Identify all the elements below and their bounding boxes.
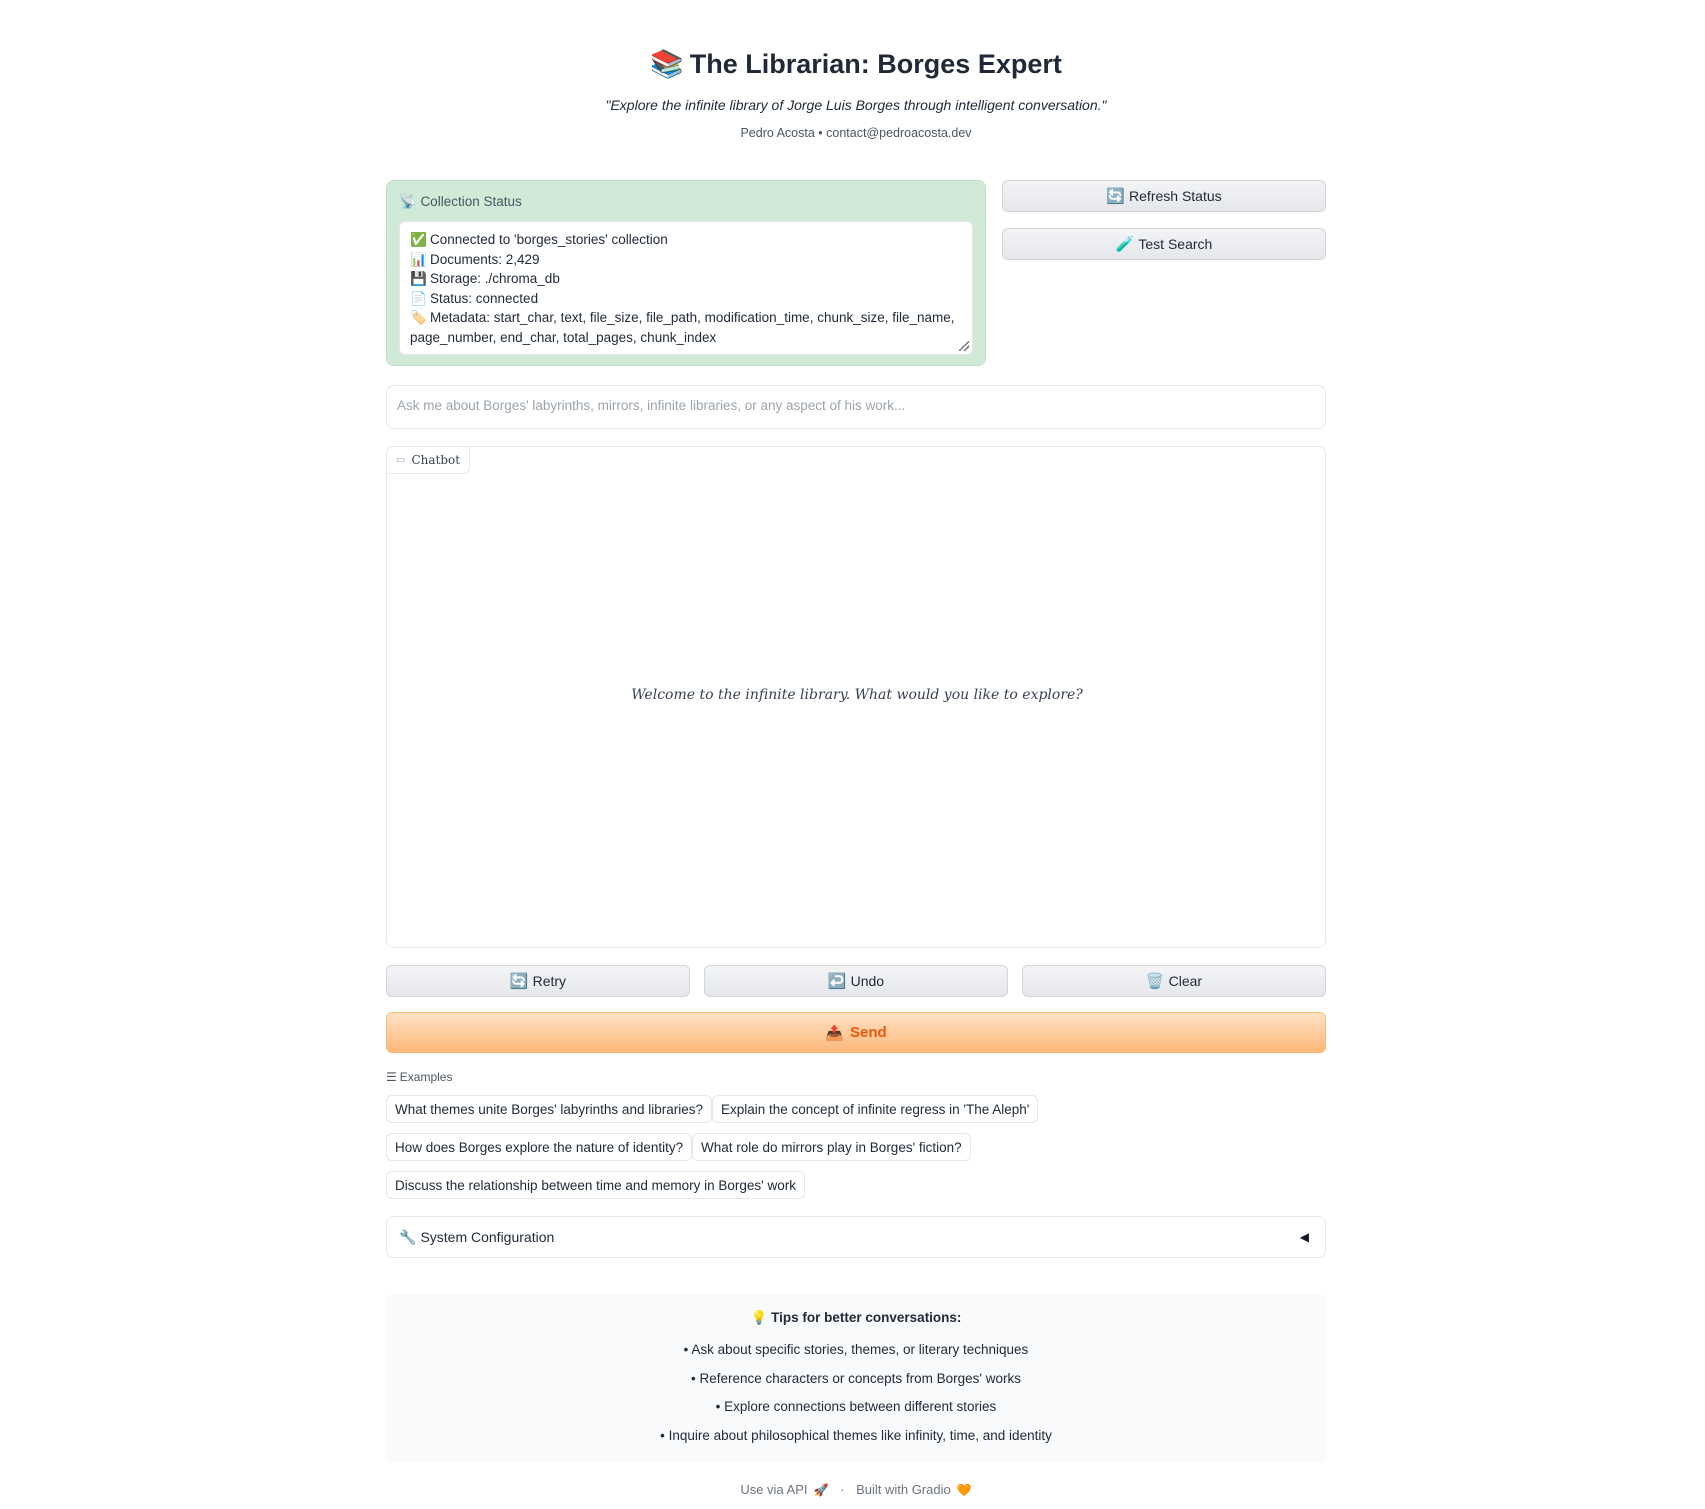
check-icon: ✅ xyxy=(410,232,427,247)
refresh-status-label: Refresh Status xyxy=(1129,188,1222,204)
tips-title-text: Tips for better conversations: xyxy=(771,1310,962,1325)
undo-label: Undo xyxy=(850,973,885,989)
send-label: Send xyxy=(850,1024,887,1041)
page-title-text: The Librarian: Borges Expert xyxy=(689,49,1062,79)
clear-button[interactable]: 🗑️ Clear xyxy=(1022,965,1326,997)
status-line-metadata: 🏷️ Metadata: start_char, text, file_size,… xyxy=(410,308,962,347)
books-icon: 📚 xyxy=(650,49,684,79)
chatbot-placeholder: Welcome to the infinite library. What wo… xyxy=(631,687,1083,703)
chart-icon: 📊 xyxy=(410,251,427,267)
built-with-gradio-label: Built with Gradio xyxy=(856,1482,951,1497)
trash-icon: 🗑️ xyxy=(1145,973,1165,990)
refresh-icon: 🔄 xyxy=(1106,188,1126,205)
tip-item: • Reference characters or concepts from … xyxy=(691,1371,1021,1386)
test-tube-icon: 🧪 xyxy=(1115,236,1135,253)
outbox-icon: 📤 xyxy=(825,1024,844,1042)
status-line-connected: ✅ Connected to 'borges_stories' collectio… xyxy=(410,230,962,250)
status-line-text: Status: connected xyxy=(430,290,539,306)
example-item[interactable]: Explain the concept of infinite regress … xyxy=(712,1095,1039,1123)
collection-status-panel: 📡 Collection Status ✅ Connected to 'borges… xyxy=(386,180,986,366)
rocket-icon: 🚀 xyxy=(813,1483,829,1497)
chatbot-panel: ▭ Chatbot Welcome to the infinite library… xyxy=(386,446,1326,948)
tag-icon: 🏷️ xyxy=(410,310,427,325)
refresh-icon: 🔄 xyxy=(509,973,529,990)
byline: Pedro Acosta • contact@pedroacosta.dev xyxy=(740,126,972,140)
chat-bubble-icon: ▭ xyxy=(396,454,406,466)
refresh-status-button[interactable]: 🔄 Refresh Status xyxy=(1002,180,1326,212)
footer: Use via API 🚀 · Built with Gradio 🧡 xyxy=(386,1482,1326,1497)
chatbot-label: ▭ Chatbot xyxy=(387,447,471,474)
examples-label: ☰ Examples xyxy=(386,1070,452,1084)
footer-separator: · xyxy=(840,1482,845,1497)
tip-item: • Ask about specific stories, themes, or… xyxy=(683,1342,1029,1357)
examples-label-text: Examples xyxy=(399,1070,453,1084)
tip-item: • Inquire about philosophical themes lik… xyxy=(660,1428,1052,1443)
retry-button[interactable]: 🔄 Retry xyxy=(386,965,690,997)
list-icon: ☰ xyxy=(386,1070,397,1084)
system-configuration-label: System Configuration xyxy=(420,1229,555,1245)
wrench-icon: 🔧 xyxy=(399,1228,417,1245)
tagline: "Explore the infinite library of Jorge L… xyxy=(605,97,1107,113)
example-item[interactable]: Discuss the relationship between time an… xyxy=(386,1171,806,1199)
tips-title: 💡 Tips for better conversations: xyxy=(386,1310,1326,1326)
status-line-text: Documents: 2,429 xyxy=(430,251,540,267)
floppy-disk-icon: 💾 xyxy=(410,271,427,286)
caret-left-icon: ◀ xyxy=(1299,1230,1309,1244)
collection-status-label: 📡 Collection Status xyxy=(399,193,522,210)
resize-handle[interactable] xyxy=(959,341,969,351)
retry-label: Retry xyxy=(532,973,567,989)
tip-item: • Explore connections between different … xyxy=(715,1399,997,1414)
status-line-documents: 📊 Documents: 2,429 xyxy=(410,250,962,270)
lightbulb-icon: 💡 xyxy=(750,1310,768,1325)
status-line-text: Storage: ./chroma_db xyxy=(430,271,560,286)
page-title: 📚 The Librarian: Borges Expert xyxy=(386,48,1326,80)
status-line-text: Metadata: start_char, text, file_size, f… xyxy=(410,310,955,345)
use-via-api-label: Use via API xyxy=(740,1482,808,1497)
example-item[interactable]: What themes unite Borges' labyrinths and… xyxy=(386,1095,712,1123)
gradio-logo-icon: 🧡 xyxy=(956,1483,972,1497)
tips-panel: 💡 Tips for better conversations: • Ask a… xyxy=(386,1294,1326,1462)
question-input[interactable]: Ask me about Borges' labyrinths, mirrors… xyxy=(386,385,1326,429)
document-icon: 📄 xyxy=(410,290,427,306)
collection-status-label-text: Collection Status xyxy=(420,194,522,209)
system-configuration-accordion[interactable]: 🔧 System Configuration ◀ xyxy=(386,1216,1326,1258)
status-line-text: Connected to 'borges_stories' collection xyxy=(430,232,668,247)
clear-label: Clear xyxy=(1168,973,1203,989)
test-search-label: Test Search xyxy=(1138,236,1213,252)
chatbot-label-text: Chatbot xyxy=(411,453,461,467)
built-with-gradio-link[interactable]: Built with Gradio 🧡 xyxy=(856,1482,972,1497)
use-via-api-link[interactable]: Use via API 🚀 xyxy=(740,1482,828,1497)
undo-button[interactable]: ↩️ Undo xyxy=(704,965,1008,997)
collection-status-textbox[interactable]: ✅ Connected to 'borges_stories' collectio… xyxy=(399,221,973,355)
undo-icon: ↩️ xyxy=(827,973,847,990)
status-line-status: 📄 Status: connected xyxy=(410,289,962,309)
example-item[interactable]: What role do mirrors play in Borges' fic… xyxy=(692,1133,971,1161)
satellite-icon: 📡 xyxy=(399,193,417,209)
status-line-storage: 💾 Storage: ./chroma_db xyxy=(410,269,962,289)
example-item[interactable]: How does Borges explore the nature of id… xyxy=(386,1133,693,1161)
send-button[interactable]: 📤 Send xyxy=(386,1012,1326,1053)
test-search-button[interactable]: 🧪 Test Search xyxy=(1002,228,1326,260)
